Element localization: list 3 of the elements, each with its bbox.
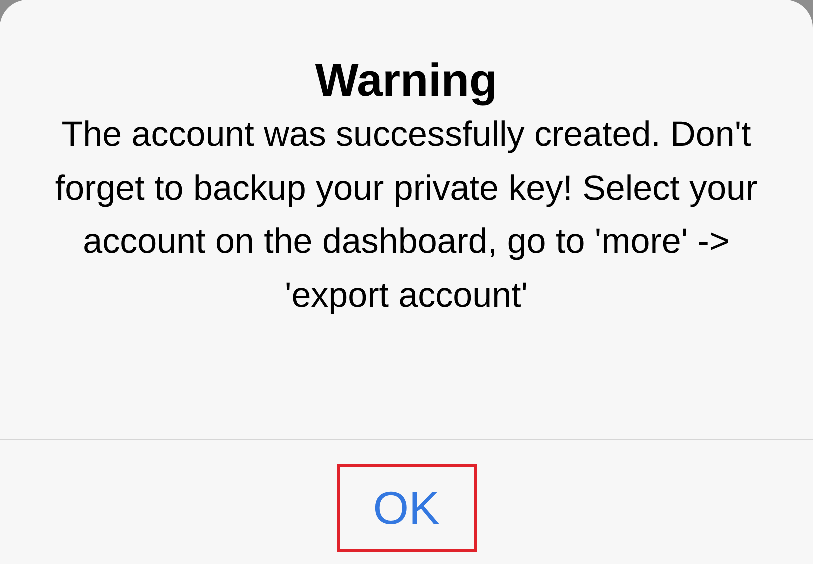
- ok-button[interactable]: OK: [336, 464, 476, 552]
- alert-title: Warning: [315, 53, 498, 108]
- alert-message: The account was successfully created. Don't forget to backup your private key! Select your account on the dashboard, go to 'more' -> 'export account': [54, 114, 759, 316]
